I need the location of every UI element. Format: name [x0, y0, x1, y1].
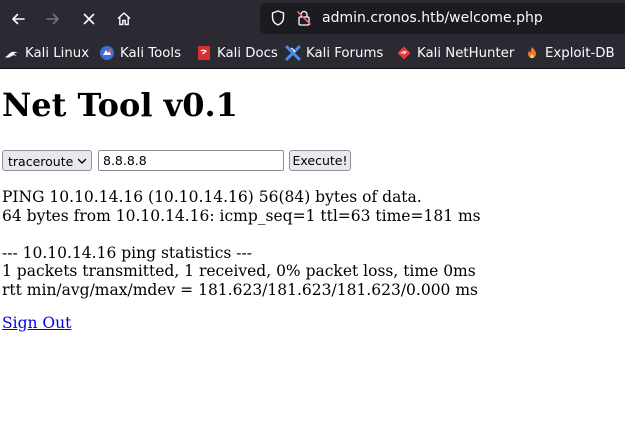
output-line: PING 10.10.14.16 (10.10.14.16) 56(84) by… — [2, 188, 422, 206]
shield-icon — [271, 10, 285, 26]
bookmark-label: Exploit-DB — [545, 45, 615, 61]
execute-button[interactable]: Execute! — [289, 150, 351, 171]
command-select-value: traceroute — [8, 153, 74, 169]
arrow-left-icon — [12, 13, 25, 25]
browser-toolbar: admin.cronos.htb/welcome.php — [0, 0, 625, 38]
bookmark-label: Kali Docs — [217, 45, 278, 61]
bookmarks-toolbar: Kali Linux Kali Tools Kali Docs Kali For… — [0, 38, 625, 69]
forward-button[interactable] — [41, 7, 65, 31]
page-content: Net Tool v0.1 traceroute 8.8.8.8 Execute… — [0, 69, 625, 447]
bookmark-exploit-db[interactable]: Exploit-DB — [524, 44, 615, 62]
chevron-down-icon — [77, 158, 87, 164]
exploit-db-icon — [528, 47, 536, 59]
home-icon — [117, 12, 131, 26]
stop-button[interactable] — [77, 7, 101, 31]
kali-tools-icon — [100, 46, 114, 60]
bookmark-kali-tools[interactable]: Kali Tools — [99, 44, 181, 62]
sign-out-link[interactable]: Sign Out — [2, 314, 71, 332]
page-title: Net Tool v0.1 — [2, 86, 238, 124]
bookmark-label: Kali Tools — [120, 45, 182, 61]
url-bar[interactable]: admin.cronos.htb/welcome.php — [260, 3, 625, 34]
host-input[interactable]: 8.8.8.8 — [98, 150, 284, 171]
bookmark-kali-forums[interactable]: Kali Forums — [285, 44, 383, 62]
close-icon — [83, 13, 95, 25]
bookmark-label: Kali Linux — [25, 45, 90, 61]
bookmark-label: Kali Forums — [306, 45, 384, 61]
insecure-lock-icon[interactable] — [295, 9, 313, 27]
kali-nethunter-icon — [397, 46, 411, 60]
kali-docs-icon — [198, 46, 210, 60]
output-line: rtt min/avg/max/mdev = 181.623/181.623/1… — [2, 280, 478, 299]
kali-forums-icon — [285, 45, 301, 61]
bookmark-kali-docs[interactable]: Kali Docs — [196, 44, 278, 62]
bookmark-label: Kali NetHunter — [417, 45, 515, 61]
bookmark-kali-linux[interactable]: Kali Linux — [4, 44, 89, 62]
kali-dragon-icon — [5, 51, 18, 58]
arrow-right-icon — [46, 13, 59, 25]
command-select[interactable]: traceroute — [2, 150, 92, 171]
output-line: --- 10.10.14.16 ping statistics --- — [2, 243, 252, 262]
command-output: PING 10.10.14.16 (10.10.14.16) 56(84) by… — [2, 188, 481, 299]
back-button[interactable] — [6, 7, 30, 31]
url-text[interactable]: admin.cronos.htb/welcome.php — [322, 10, 543, 26]
output-line: 64 bytes from 10.10.14.16: icmp_seq=1 tt… — [2, 206, 481, 225]
output-line: 1 packets transmitted, 1 received, 0% pa… — [2, 262, 476, 280]
bookmark-kali-nethunter[interactable]: Kali NetHunter — [396, 44, 514, 62]
host-input-value: 8.8.8.8 — [103, 153, 147, 168]
home-button[interactable] — [112, 7, 136, 31]
